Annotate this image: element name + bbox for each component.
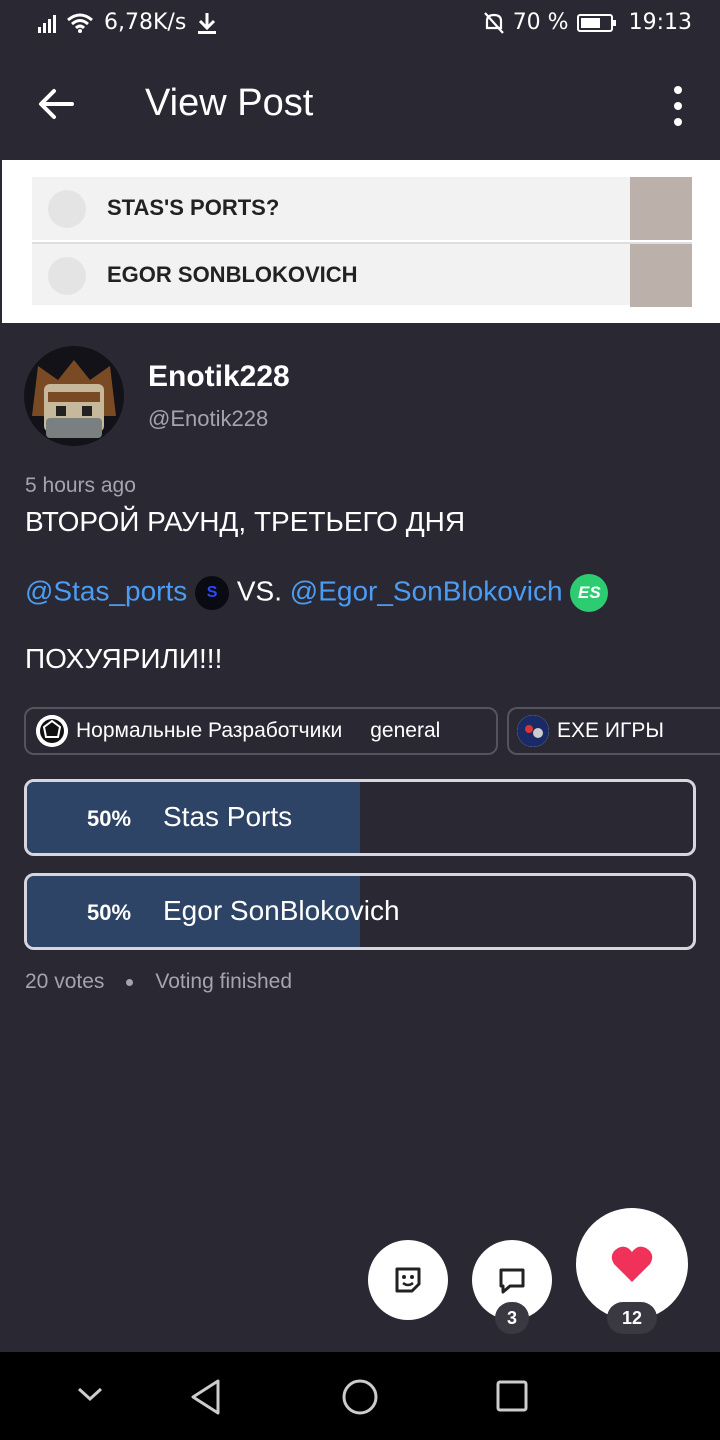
net-speed: 6,78K/s xyxy=(104,10,187,35)
preview-thumbnail xyxy=(630,177,692,240)
community-logo-icon xyxy=(36,715,68,747)
back-arrow-icon[interactable] xyxy=(36,84,76,124)
avatar-placeholder-icon xyxy=(48,190,86,228)
more-options-icon[interactable] xyxy=(672,86,684,126)
poll-percent: 50% xyxy=(87,900,132,925)
post-timestamp: 5 hours ago xyxy=(25,474,136,497)
sticker-icon xyxy=(395,1267,421,1293)
download-icon xyxy=(198,12,217,34)
poll-meta: 20 votes Voting finished xyxy=(25,970,292,994)
post-text-line: ПОХУЯРИЛИ!!! xyxy=(25,643,223,674)
recents-square-icon[interactable] xyxy=(495,1379,529,1413)
author-name[interactable]: Enotik228 xyxy=(148,360,290,394)
battery-percent: 70 % xyxy=(512,10,569,35)
battery-icon xyxy=(576,13,616,32)
vs-text: VS. xyxy=(236,575,282,607)
comment-count: 3 xyxy=(495,1302,529,1334)
avatar-placeholder-icon xyxy=(48,257,86,295)
community-name: EXE ИГРЫ xyxy=(557,719,664,742)
wifi-icon xyxy=(67,13,93,33)
poll-status: Voting finished xyxy=(155,970,292,993)
community-chip[interactable]: EXE ИГРЫ xyxy=(507,707,720,755)
heart-icon xyxy=(611,1246,653,1282)
post-text-line: ВТОРОЙ РАУНД, ТРЕТЬЕГО ДНЯ xyxy=(25,506,466,537)
preview-item[interactable]: EGOR SONBLOKOVICH xyxy=(32,242,692,307)
linked-preview[interactable]: STAS'S PORTS? EGOR SONBLOKOVICH xyxy=(2,160,720,323)
mute-icon xyxy=(483,11,504,34)
mention-link[interactable]: @Stas_ports xyxy=(25,575,187,606)
page-title: View Post xyxy=(145,82,314,124)
es-emoji-icon: ES xyxy=(570,574,609,612)
community-chip[interactable]: Нормальные Разработчики general xyxy=(24,707,498,755)
preview-item-name: EGOR SONBLOKOVICH xyxy=(107,262,358,287)
preview-item-name: STAS'S PORTS? xyxy=(107,195,280,220)
post-mentions-line: @Stas_ports S VS. @Egor_SonBlokovich ES xyxy=(25,574,609,612)
back-triangle-icon[interactable] xyxy=(188,1378,224,1416)
home-circle-icon[interactable] xyxy=(341,1378,379,1416)
system-nav-bar xyxy=(0,1352,720,1440)
community-name: Нормальные Разработчики xyxy=(76,719,343,742)
vote-count: 20 votes xyxy=(25,970,105,993)
separator-dot xyxy=(126,978,134,986)
author-handle: @Enotik228 xyxy=(148,406,269,431)
app-bar: View Post xyxy=(0,50,720,160)
poll-option[interactable]: 50% Stas Ports xyxy=(24,779,696,856)
status-bar: 6,78K/s 70 % 19:13 xyxy=(0,0,720,50)
clock: 19:13 xyxy=(628,10,692,35)
comment-icon xyxy=(499,1268,525,1294)
sticker-button[interactable] xyxy=(368,1240,448,1320)
poll-option-label: Stas Ports xyxy=(163,801,293,832)
preview-thumbnail xyxy=(630,244,692,307)
preview-item[interactable]: STAS'S PORTS? xyxy=(32,177,692,240)
like-count: 12 xyxy=(607,1302,657,1334)
channel-name: general xyxy=(370,719,441,742)
signal-icon xyxy=(38,13,56,33)
mention-link[interactable]: @Egor_SonBlokovich xyxy=(290,575,563,606)
poll-percent: 50% xyxy=(87,806,132,831)
avatar[interactable] xyxy=(24,346,124,446)
stas-emoji-icon: S xyxy=(195,576,230,610)
chevron-down-icon[interactable] xyxy=(76,1384,104,1404)
community-logo-icon xyxy=(517,715,549,747)
poll-option-label: Egor SonBlokovich xyxy=(163,895,400,926)
poll-option[interactable]: 50% Egor SonBlokovich xyxy=(24,873,696,950)
